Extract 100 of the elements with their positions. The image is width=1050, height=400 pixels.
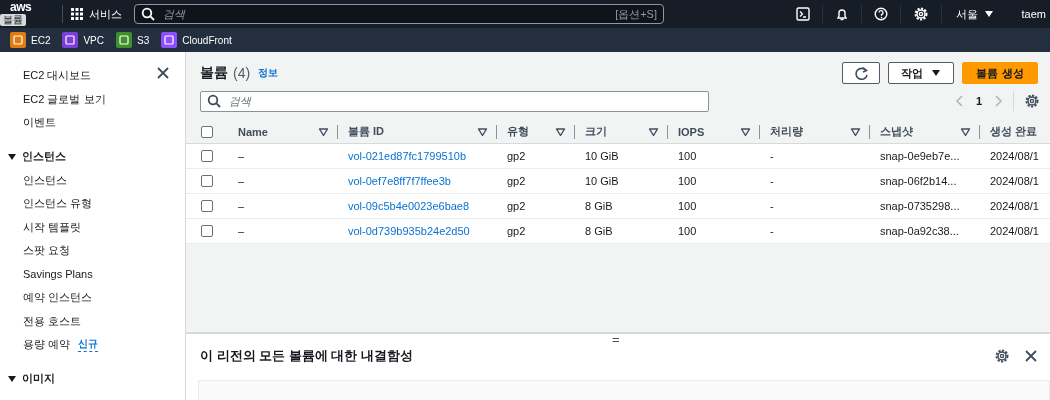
settings-icon[interactable] xyxy=(1024,93,1040,109)
sort-icon[interactable] xyxy=(318,126,329,137)
table-cell: 10 GiB xyxy=(585,175,619,187)
table-cell: snap-0e9eb7e... xyxy=(880,150,960,162)
column-header[interactable]: 스냅샷 xyxy=(880,124,913,139)
caret-icon xyxy=(931,68,941,78)
table-cell: - xyxy=(770,225,774,237)
table-cell: snap-0a92c38... xyxy=(880,225,959,237)
table-cell: 100 xyxy=(678,150,697,162)
nav-link[interactable]: EC2 대시보드 xyxy=(0,64,185,88)
grid-icon xyxy=(71,8,83,20)
column-header[interactable]: 처리량 xyxy=(770,124,803,139)
checkbox[interactable] xyxy=(201,150,213,162)
sort-icon[interactable] xyxy=(648,126,659,137)
column-header[interactable]: Name xyxy=(238,125,268,138)
settings-icon[interactable] xyxy=(994,347,1010,364)
table-cell: - xyxy=(770,200,774,212)
table-cell: 100 xyxy=(678,225,697,237)
resize-handle[interactable]: = xyxy=(612,332,620,347)
nav-link[interactable]: 용량 예약 xyxy=(23,337,71,353)
caret-icon xyxy=(7,373,17,384)
service-icon xyxy=(161,32,178,48)
terminal-icon[interactable] xyxy=(795,7,810,21)
column-header[interactable]: 생성 완료 xyxy=(990,124,1038,139)
nav-link[interactable]: 스팟 요청 xyxy=(23,243,71,259)
search-field[interactable]: 검색 xyxy=(200,90,709,112)
nav-link[interactable]: 이벤트 xyxy=(0,111,185,135)
favorite-link[interactable]: EC2 xyxy=(10,32,51,48)
column-header[interactable]: 유형 xyxy=(507,124,529,139)
table-cell: snap-06f2b14... xyxy=(880,175,957,187)
favorite-link[interactable]: VPC xyxy=(62,32,104,48)
new-badge: 신규 xyxy=(78,337,99,353)
service-icon xyxy=(10,32,26,48)
checkbox[interactable] xyxy=(201,200,213,212)
page-number[interactable]: 1 xyxy=(975,95,982,107)
refresh-icon xyxy=(854,66,868,80)
table-cell: 8 GiB xyxy=(585,200,613,212)
aws-logo[interactable]: aws xyxy=(10,1,38,13)
table-cell: 100 xyxy=(678,200,697,212)
nav-link[interactable]: Savings Plans xyxy=(23,268,93,281)
favorite-link[interactable]: S3 xyxy=(116,32,150,48)
table-cell: – xyxy=(238,200,245,212)
bell-icon[interactable] xyxy=(834,7,849,21)
service-icon xyxy=(116,32,132,48)
tooltip: 볼륨 xyxy=(0,14,26,26)
table-cell: 100 xyxy=(678,175,697,187)
region-menu[interactable]: 서울 xyxy=(941,6,1008,22)
nav-section-header[interactable]: 인스턴스 xyxy=(0,144,185,169)
table-cell: gp2 xyxy=(507,150,526,162)
table-cell: 2024/08/1 xyxy=(990,200,1039,212)
table-cell: gp2 xyxy=(507,225,526,237)
user-menu[interactable]: taem xyxy=(1007,8,1050,20)
sort-icon[interactable] xyxy=(850,126,861,137)
column-header[interactable]: 볼륨 ID xyxy=(348,124,385,139)
checkbox[interactable] xyxy=(201,175,213,187)
sort-icon[interactable] xyxy=(740,126,751,137)
search-field[interactable]: 검색 [옵션+S] xyxy=(134,4,664,24)
refresh-button[interactable] xyxy=(842,62,880,84)
table-cell: – xyxy=(238,175,245,187)
table-cell: – xyxy=(238,150,245,162)
table-cell: 2024/08/1 xyxy=(990,150,1039,162)
nav-link[interactable]: EC2 글로벌 보기 xyxy=(0,87,185,111)
column-header[interactable]: 크기 xyxy=(585,124,607,139)
nav-link[interactable]: 시작 템플릿 xyxy=(23,219,82,235)
create-button[interactable]: 볼륨 생성 xyxy=(962,62,1038,84)
sort-icon[interactable] xyxy=(555,126,566,137)
service-icon xyxy=(62,32,79,48)
table-cell: gp2 xyxy=(507,175,526,187)
caret-icon xyxy=(7,151,17,162)
checkbox[interactable] xyxy=(201,125,213,138)
checkbox[interactable] xyxy=(201,225,213,237)
sort-icon[interactable] xyxy=(960,126,971,137)
search-icon xyxy=(141,7,155,21)
table-cell: 8 GiB xyxy=(585,225,613,237)
close-icon[interactable] xyxy=(156,66,170,80)
table-cell: 2024/08/1 xyxy=(990,225,1039,237)
table-cell: gp2 xyxy=(507,200,526,212)
nav-link[interactable]: 인스턴스 유형 xyxy=(23,196,93,212)
panel-title: 이 리전의 모든 볼륨에 대한 내결함성 xyxy=(200,346,414,365)
close-icon[interactable] xyxy=(1024,348,1038,363)
table-cell: 10 GiB xyxy=(585,150,619,162)
help-icon[interactable] xyxy=(873,7,888,21)
settings-icon[interactable] xyxy=(912,6,929,22)
nav-link[interactable]: 예약 인스턴스 xyxy=(23,290,93,306)
caret-icon xyxy=(983,9,994,19)
column-header[interactable]: IOPS xyxy=(678,125,705,138)
nav-link[interactable]: 인스턴스 xyxy=(23,172,67,188)
sort-icon[interactable] xyxy=(477,126,488,137)
nav-section-header[interactable]: 이미지 xyxy=(0,366,185,391)
page-title: 볼륨 xyxy=(200,64,228,82)
actions-button[interactable]: 작업 xyxy=(888,62,954,84)
services-menu[interactable]: 서비스 xyxy=(71,6,122,22)
table-cell: - xyxy=(770,175,774,187)
table-cell: - xyxy=(770,150,774,162)
table-cell: snap-0735298... xyxy=(880,200,960,212)
search-icon xyxy=(207,94,221,108)
favorite-link[interactable]: CloudFront xyxy=(161,32,232,48)
table-cell: 2024/08/1 xyxy=(990,175,1039,187)
nav-link[interactable]: 전용 호스트 xyxy=(23,313,82,329)
info-link[interactable]: 정보 xyxy=(258,66,279,80)
